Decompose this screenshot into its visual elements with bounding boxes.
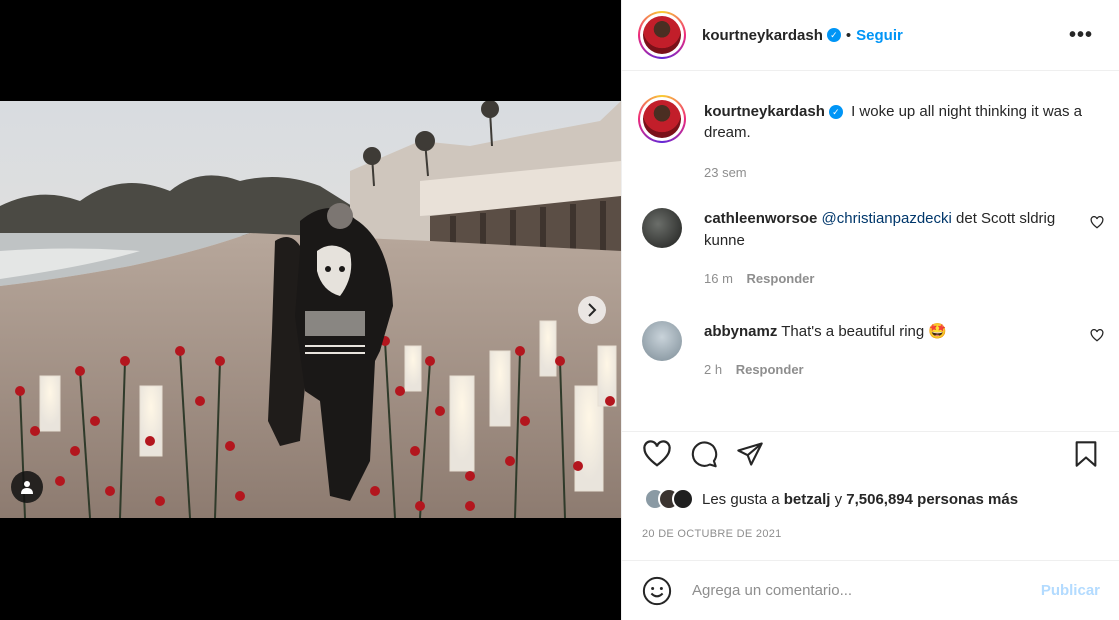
header-separator: • [845,26,852,44]
caption-username[interactable]: kourtneykardash [704,103,825,120]
likes-summary: Les gusta a betzalj y 7,506,894 personas… [644,488,1018,510]
post-side-panel: kourtneykardash ✓ • Seguir ••• kourtneyk… [621,0,1119,620]
comment-bubble-icon[interactable] [690,440,718,468]
beach-photo-illustration [0,101,621,518]
save-bookmark-icon[interactable] [1074,440,1098,468]
post-date[interactable]: 20 DE OCTUBRE DE 2021 [642,528,782,540]
post-caption: kourtneykardash ✓ I woke up all night thi… [638,95,1094,143]
comment-mention[interactable]: @christianpazdecki [822,210,952,227]
post-actions: Les gusta a betzalj y 7,506,894 personas… [622,431,1119,559]
share-send-icon[interactable] [736,440,764,468]
comment-username[interactable]: abbynamz [704,323,777,340]
likes-count[interactable]: 7,506,894 personas más [846,491,1018,508]
verified-badge-icon: ✓ [828,105,843,120]
post-media [0,0,621,620]
follow-button[interactable]: Seguir [856,27,903,44]
likes-user[interactable]: betzalj [784,491,831,508]
more-options-icon[interactable]: ••• [1069,24,1093,47]
tagged-users-button[interactable] [11,471,43,503]
like-comment-heart-icon[interactable] [1090,329,1104,342]
next-slide-button[interactable] [578,296,606,324]
user-icon [21,481,33,494]
commenter-avatar[interactable] [642,321,682,361]
post-header: kourtneykardash ✓ • Seguir ••• [622,0,1119,71]
likes-prefix: Les gusta a [702,490,780,508]
add-comment-bar: Agrega un comentario... Publicar [622,560,1119,620]
caption-time[interactable]: 23 sem [704,165,747,180]
liker-avatars[interactable] [644,488,694,510]
comment-username[interactable]: cathleenworsoe [704,210,817,227]
comment-time[interactable]: 2 h [704,362,722,377]
commenter-avatar[interactable] [642,208,682,248]
comment-item: cathleenworsoe @christianpazdecki det Sc… [642,208,1104,290]
comment-text: That's a beautiful ring 🤩 [781,323,948,340]
comment-item: abbynamz That's a beautiful ring 🤩 2 h R… [642,321,1104,381]
emoji-smiley-icon[interactable] [642,576,672,606]
author-username[interactable]: kourtneykardash [702,27,823,44]
like-heart-icon[interactable] [642,440,672,468]
reply-button[interactable]: Responder [747,271,815,286]
publish-button[interactable]: Publicar [1041,582,1100,599]
author-avatar[interactable] [638,11,686,59]
chevron-right-icon [588,303,597,317]
like-comment-heart-icon[interactable] [1090,216,1104,229]
reply-button[interactable]: Responder [736,362,804,377]
comments-section: kourtneykardash ✓ I woke up all night thi… [622,72,1119,430]
comment-input[interactable]: Agrega un comentario... [692,582,1041,599]
verified-badge-icon: ✓ [826,28,841,42]
caption-avatar[interactable] [638,95,686,143]
post-photo[interactable] [0,101,621,518]
comment-time[interactable]: 16 m [704,271,733,286]
likes-middle: y [834,490,843,508]
